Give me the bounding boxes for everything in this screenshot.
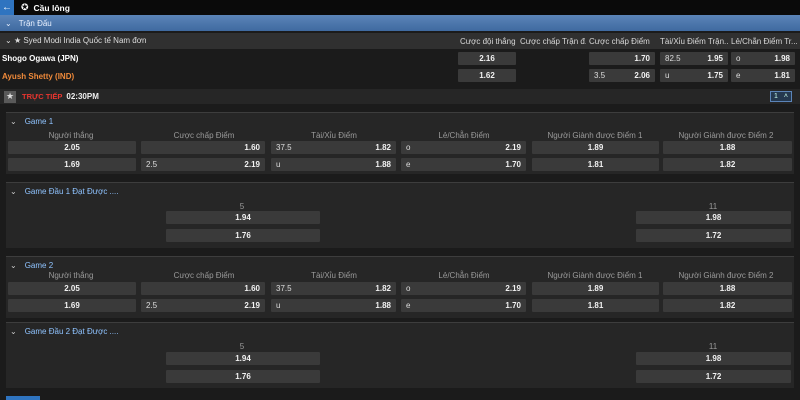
- match-time: 02:30PM: [66, 92, 99, 101]
- chevron-down-icon: ⌄: [10, 187, 17, 196]
- chevron-up-icon: ˄: [783, 93, 788, 100]
- odds-cell[interactable]: 1.88: [663, 282, 792, 295]
- header-odd-even: Lẻ/Chẵn Điểm: [438, 131, 490, 140]
- column-header-total-points: Tài/Xỉu Điểm Trận...: [660, 37, 728, 46]
- odds-cell[interactable]: 1.76: [166, 370, 320, 383]
- odds-cell[interactable]: 1.81: [532, 158, 659, 171]
- odds-cell[interactable]: 1.94: [166, 211, 320, 224]
- team-name-away: Ayush Shetty (IND): [2, 72, 75, 81]
- odds-cell[interactable]: 1.69: [8, 299, 136, 312]
- column-header-winner: Cược đội thắng: [460, 37, 516, 46]
- top-bar: ← ✪ Cầu lông: [0, 0, 800, 15]
- odds-total-under[interactable]: u 1.75: [660, 69, 728, 82]
- panel-title: Game 2: [24, 261, 54, 270]
- odds-cell[interactable]: 1.94: [166, 352, 320, 365]
- section-header-matches[interactable]: ⌄ Trận Đấu: [0, 15, 800, 31]
- back-arrow-icon[interactable]: ←: [0, 0, 14, 15]
- team-name-home: Shogo Ogawa (JPN): [2, 54, 79, 63]
- odds-point-handicap-away[interactable]: 3.5 2.06: [589, 69, 655, 82]
- odds-cell[interactable]: 1.60: [141, 282, 265, 295]
- header-point-handicap: Cược chấp Điểm: [173, 131, 235, 140]
- header-total-points: Tài/Xỉu Điểm: [311, 271, 357, 280]
- panel-header[interactable]: ⌄ Game 2: [10, 261, 53, 270]
- odds-cell[interactable]: 2.5 2.19: [141, 299, 265, 312]
- panel-title: Game 1: [24, 117, 54, 126]
- chevron-down-icon: ⌄: [10, 327, 17, 336]
- live-row: ★ TRỰC TIẾP 02:30PM 1 ˄: [0, 89, 800, 104]
- race-header-left: 5: [239, 342, 245, 351]
- odds-winner-home[interactable]: 2.16: [458, 52, 516, 65]
- odds-cell[interactable]: 1.72: [636, 229, 791, 242]
- column-header-odd-even: Lẻ/Chẵn Điểm Tr...: [731, 37, 797, 46]
- shuttlecock-icon: ✪: [21, 2, 29, 12]
- star-icon[interactable]: ★: [4, 90, 16, 103]
- page-title: Cầu lông: [33, 2, 70, 13]
- header-second-point: Người Giành được Điểm 2: [678, 131, 774, 140]
- header-total-points: Tài/Xỉu Điểm: [311, 131, 357, 140]
- chevron-down-icon: ⌄: [10, 261, 17, 270]
- odds-cell[interactable]: 1.60: [141, 141, 265, 154]
- odds-cell[interactable]: 2.05: [8, 141, 136, 154]
- live-label: TRỰC TIẾP: [22, 92, 63, 101]
- column-header-match-handicap: Cược chấp Trận đ...: [520, 37, 586, 46]
- header-winner: Người thắng: [48, 131, 94, 140]
- race-header-right: 11: [708, 342, 718, 351]
- odds-winner-away[interactable]: 1.62: [458, 69, 516, 82]
- odds-total-over[interactable]: 82.5 1.95: [660, 52, 728, 65]
- odds-odd[interactable]: o 1.98: [731, 52, 795, 65]
- header-first-point: Người Giành được Điểm 1: [547, 271, 643, 280]
- odds-cell[interactable]: 1.81: [532, 299, 659, 312]
- race-header-right: 11: [708, 202, 718, 211]
- odds-cell[interactable]: 1.82: [663, 299, 792, 312]
- panel-header[interactable]: ⌄ Game Đầu 2 Đạt Được ....: [10, 327, 118, 336]
- section-title: Trận Đấu: [18, 18, 52, 28]
- panel-header[interactable]: ⌄ Game 1: [10, 117, 53, 126]
- odds-cell[interactable]: e 1.70: [401, 299, 526, 312]
- panel-header[interactable]: ⌄ Game Đầu 1 Đạt Được ....: [10, 187, 118, 196]
- header-point-handicap: Cược chấp Điểm: [173, 271, 235, 280]
- header-odd-even: Lẻ/Chẵn Điểm: [438, 271, 490, 280]
- header-first-point: Người Giành được Điểm 1: [547, 131, 643, 140]
- more-markets-toggle[interactable]: 1 ˄: [770, 91, 792, 102]
- odds-cell[interactable]: 1.89: [532, 141, 659, 154]
- odds-cell[interactable]: 1.89: [532, 282, 659, 295]
- header-winner: Người thắng: [48, 271, 94, 280]
- chevron-down-icon: ⌄: [5, 18, 12, 28]
- odds-cell[interactable]: 1.72: [636, 370, 791, 383]
- chevron-down-icon: ⌄: [10, 117, 17, 126]
- odds-cell[interactable]: o 2.19: [401, 282, 526, 295]
- odds-cell[interactable]: 1.98: [636, 211, 791, 224]
- header-second-point: Người Giành được Điểm 2: [678, 271, 774, 280]
- odds-cell[interactable]: 1.69: [8, 158, 136, 171]
- odds-point-handicap-home[interactable]: 1.70: [589, 52, 655, 65]
- panel-title: Game Đầu 1 Đạt Được ....: [24, 187, 119, 196]
- bottom-tab-indicator[interactable]: [6, 396, 40, 400]
- odds-cell[interactable]: 1.82: [663, 158, 792, 171]
- odds-even[interactable]: e 1.81: [731, 69, 795, 82]
- chevron-down-icon: ⌄: [5, 36, 12, 45]
- odds-cell[interactable]: 37.5 1.82: [271, 282, 396, 295]
- odds-cell[interactable]: 1.76: [166, 229, 320, 242]
- column-header-point-handicap: Cược chấp Điểm: [589, 37, 650, 46]
- odds-cell[interactable]: e 1.70: [401, 158, 526, 171]
- odds-cell[interactable]: u 1.88: [271, 158, 396, 171]
- panel-title: Game Đầu 2 Đạt Được ....: [24, 327, 119, 336]
- star-icon[interactable]: ★: [14, 36, 21, 45]
- league-name[interactable]: ⌄ ★ Syed Modi India Quốc tế Nam đơn: [5, 36, 146, 45]
- odds-cell[interactable]: 2.5 2.19: [141, 158, 265, 171]
- odds-cell[interactable]: 2.05: [8, 282, 136, 295]
- league-header: ⌄ ★ Syed Modi India Quốc tế Nam đơn Cược…: [0, 33, 800, 49]
- odds-cell[interactable]: u 1.88: [271, 299, 396, 312]
- odds-cell[interactable]: 1.88: [663, 141, 792, 154]
- odds-cell[interactable]: o 2.19: [401, 141, 526, 154]
- odds-cell[interactable]: 1.98: [636, 352, 791, 365]
- race-header-left: 5: [239, 202, 245, 211]
- odds-cell[interactable]: 37.5 1.82: [271, 141, 396, 154]
